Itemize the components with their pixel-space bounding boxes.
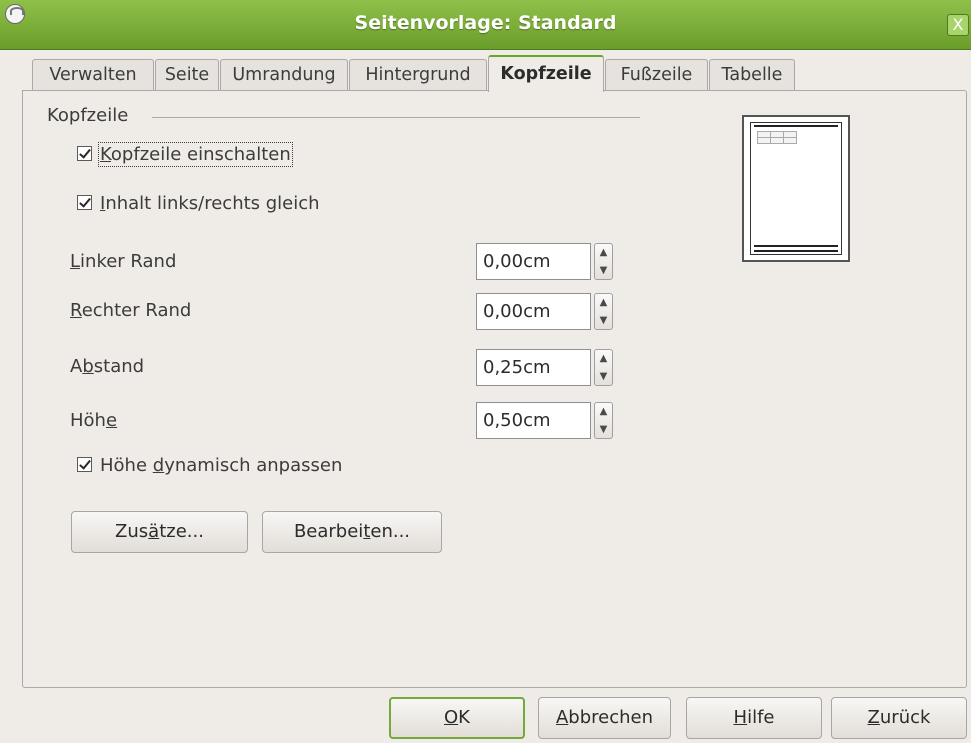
title-bar: Seitenvorlage: Standard X [0, 0, 971, 50]
checkbox-label: Kopfzeile einschalten [98, 142, 293, 167]
spinbox-abstand[interactable]: 0,25cm ▲ ▼ [476, 349, 613, 386]
checkbox-inhalt-gleich[interactable]: Inhalt links/rechts gleich [77, 193, 320, 214]
checkbox-hoehe-dynamisch[interactable]: Höhe dynamisch anpassen [77, 455, 342, 476]
label-linker-rand: Linker Rand [70, 251, 177, 272]
spinbox-hoehe[interactable]: 0,50cm ▲ ▼ [476, 402, 613, 439]
spin-buttons[interactable]: ▲ ▼ [594, 243, 613, 280]
spinbox-linker-rand[interactable]: 0,00cm ▲ ▼ [476, 243, 613, 280]
spinbox-rechter-rand[interactable]: 0,00cm ▲ ▼ [476, 293, 613, 330]
input-rechter-rand[interactable]: 0,00cm [476, 293, 591, 330]
tab-kopfzeile[interactable]: Kopfzeile [488, 55, 604, 92]
group-label-kopfzeile: Kopfzeile [47, 105, 129, 126]
abbrechen-button[interactable]: Abbrechen [538, 697, 671, 739]
tab-umrandung[interactable]: Umrandung [220, 59, 348, 91]
zurueck-button[interactable]: Zurück [831, 697, 967, 739]
label-rechter-rand: Rechter Rand [70, 300, 192, 321]
tab-verwalten[interactable]: Verwalten [32, 59, 154, 91]
checkbox-checked-icon[interactable] [77, 457, 92, 472]
spin-buttons[interactable]: ▲ ▼ [594, 293, 613, 330]
preview-page [750, 122, 842, 255]
chevron-up-icon[interactable]: ▲ [595, 403, 612, 420]
zusaetze-button[interactable]: Zusätze... [71, 511, 248, 553]
checkbox-label: Höhe dynamisch anpassen [100, 455, 343, 476]
chevron-up-icon[interactable]: ▲ [595, 350, 612, 367]
spin-buttons[interactable]: ▲ ▼ [594, 349, 613, 386]
hilfe-button[interactable]: Hilfe [686, 697, 822, 739]
page-preview-icon [742, 115, 850, 262]
bearbeiten-button[interactable]: Bearbeiten... [262, 511, 442, 553]
preview-footer-line [754, 245, 838, 247]
checkbox-kopfzeile-einschalten[interactable]: Kopfzeile einschalten [77, 142, 293, 167]
label-hoehe: Höhe [70, 410, 118, 431]
chevron-up-icon[interactable]: ▲ [595, 294, 612, 311]
tab-fusszeile[interactable]: Fußzeile [605, 59, 708, 91]
chevron-down-icon[interactable]: ▼ [595, 368, 612, 385]
preview-header-line [754, 125, 838, 127]
preview-header-table [757, 131, 799, 153]
tab-tabelle[interactable]: Tabelle [709, 59, 795, 91]
close-icon: X [952, 15, 964, 34]
spin-buttons[interactable]: ▲ ▼ [594, 402, 613, 439]
chevron-up-icon[interactable]: ▲ [595, 244, 612, 261]
chevron-down-icon[interactable]: ▼ [595, 312, 612, 329]
close-button[interactable]: X [947, 14, 969, 36]
checkbox-checked-icon[interactable] [77, 146, 92, 161]
input-hoehe[interactable]: 0,50cm [476, 402, 591, 439]
checkbox-label: Inhalt links/rechts gleich [100, 193, 320, 214]
chevron-down-icon[interactable]: ▼ [595, 421, 612, 438]
checkbox-checked-icon[interactable] [77, 195, 92, 210]
tab-hintergrund[interactable]: Hintergrund [349, 59, 487, 91]
label-abstand: Abstand [70, 356, 145, 377]
input-abstand[interactable]: 0,25cm [476, 349, 591, 386]
ok-button[interactable]: OK [389, 697, 525, 739]
tab-seite[interactable]: Seite [155, 59, 219, 91]
chevron-down-icon[interactable]: ▼ [595, 262, 612, 279]
input-linker-rand[interactable]: 0,00cm [476, 243, 591, 280]
group-divider [152, 117, 640, 118]
preview-footer-line [754, 250, 838, 252]
window-title: Seitenvorlage: Standard [354, 12, 617, 34]
